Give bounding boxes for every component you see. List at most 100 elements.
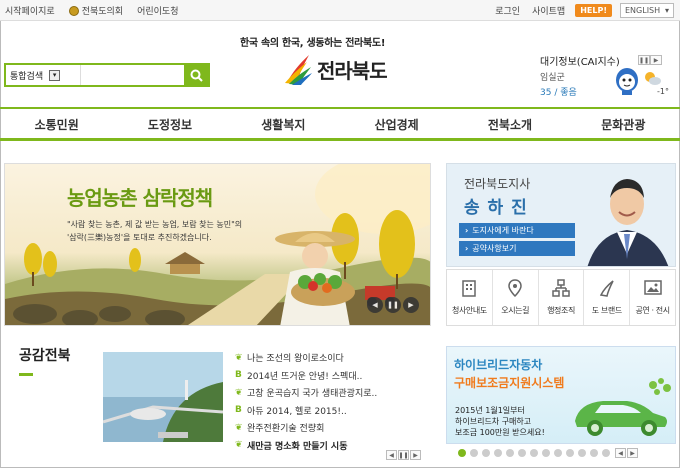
blog-bullet-icon: B	[235, 370, 242, 381]
news-photo[interactable]	[103, 352, 223, 442]
nav-item-policy[interactable]: 도정정보	[113, 109, 226, 138]
pager-dot[interactable]	[518, 449, 526, 457]
news-item[interactable]: B 2014년 뜨거운 안녕! 스펙대..	[235, 367, 377, 385]
banner-title: 농업농촌 삼락정책	[67, 186, 213, 210]
news-item[interactable]: ❦ 완주전환기술 전량회	[235, 419, 377, 437]
sitemap-link[interactable]: 사이트맵	[532, 4, 565, 17]
pledges-button[interactable]: 공약사항보기	[459, 241, 575, 256]
air-quality-city: 임실군	[540, 73, 565, 83]
news-list: ❦ 나는 조선의 왕이로소이다 B 2014년 뜨거운 안녕! 스펙대.. ❦ 고창 …	[235, 349, 377, 454]
petition-governor-button[interactable]: 도지사에게 바란다	[459, 223, 575, 238]
pager-dot[interactable]	[590, 449, 598, 457]
search-category-select[interactable]: 통합검색 ▾	[6, 65, 80, 85]
air-quality-title: 대기정보(CAI지수)	[540, 57, 620, 68]
pager-dot[interactable]	[554, 449, 562, 457]
car-illustration	[575, 378, 671, 436]
map-pin-icon	[508, 279, 522, 298]
news-item[interactable]: ❦ 고창 운곡습지 국가 생태관광지로..	[235, 384, 377, 402]
prev-icon[interactable]: ◀	[615, 448, 626, 458]
next-icon[interactable]: ▶	[650, 55, 662, 65]
nav-item-communication[interactable]: 소통민원	[0, 109, 113, 138]
leaf-bullet-icon: ❦	[235, 387, 243, 398]
search-button[interactable]	[184, 65, 208, 85]
search-icon	[190, 69, 203, 82]
pager-dot[interactable]	[482, 449, 490, 457]
next-icon[interactable]: ▶	[627, 448, 638, 458]
council-link[interactable]: 전북도의회	[68, 4, 123, 17]
governor-photo	[587, 179, 669, 266]
news-item[interactable]: B 아듀 2014, 헬로 2015!..	[235, 402, 377, 420]
quick-link-brand[interactable]: 도 브랜드	[584, 270, 631, 325]
promo-desc-1: 2015년 1월1일부터	[455, 406, 525, 415]
main-nav: 소통민원 도정정보 생활복지 산업경제 전북소개 문화관광	[0, 107, 680, 141]
prev-icon[interactable]: ◀	[367, 297, 383, 313]
air-quality-value: 35 / 좋음	[540, 88, 577, 98]
gallery-icon	[643, 280, 662, 295]
air-quality-controls: ❚❚ ▶	[638, 55, 662, 65]
language-select[interactable]: ENGLISH ▾	[620, 3, 674, 18]
home-link[interactable]: 시작페이지로	[5, 4, 55, 17]
help-button[interactable]: HELP!	[575, 4, 612, 17]
blog-bullet-icon: B	[235, 405, 242, 416]
section-title-underline	[19, 373, 33, 376]
slogan: 한국 속의 한국, 생동하는 전라북도!	[240, 38, 386, 49]
leaf-bullet-icon: ❦	[235, 352, 243, 363]
air-quality-widget: 대기정보(CAI지수) 임실군 35 / 좋음	[540, 53, 620, 98]
leaf-bullet-icon: ❦	[235, 440, 243, 451]
pause-icon[interactable]: ❚❚	[385, 297, 401, 313]
news-item[interactable]: ❦ 새만금 명소화 만들기 시동	[235, 437, 377, 455]
quick-links: 청사안내도 오시는길 행정조직 도 브랜드 공연 · 전시	[446, 269, 676, 326]
quick-link-directions[interactable]: 오시는길	[493, 270, 539, 325]
pager-dot[interactable]	[602, 449, 610, 457]
building-icon	[462, 280, 477, 297]
banner-desc-1: "사람 찾는 농촌, 제 값 받는 농업, 보람 찾는 농민"의	[67, 220, 243, 229]
governor-subtitle: 전라북도지사	[464, 177, 531, 191]
pager-dot[interactable]	[506, 449, 514, 457]
logo-emblem-icon	[285, 55, 312, 85]
site-logo[interactable]: 전라북도	[283, 52, 388, 86]
pager-dot[interactable]	[494, 449, 502, 457]
nav-item-about[interactable]: 전북소개	[453, 109, 566, 138]
news-photo-image	[103, 352, 223, 442]
nav-item-economy[interactable]: 산업경제	[340, 109, 453, 138]
banner-controls: ◀ ❚❚ ▶	[367, 297, 421, 313]
hybrid-car-promo[interactable]: 하이브리드자동차 구매보조금지원시스템 2015년 1월1일부터 하이브리드차 …	[446, 346, 676, 444]
search-input[interactable]	[80, 65, 184, 85]
governor-name: 송 하 진	[464, 198, 528, 218]
news-controls: ◀ ❚❚ ▶	[386, 450, 422, 460]
search-box: 통합검색 ▾	[4, 63, 210, 87]
next-icon[interactable]: ▶	[410, 450, 421, 460]
leaf-bullet-icon: ❦	[235, 422, 243, 433]
council-seal-icon	[68, 5, 79, 16]
pager-dot[interactable]	[542, 449, 550, 457]
banner-desc-2: '삼락(三樂)농정'을 토대로 추진하겠습니다.	[67, 233, 212, 242]
pager-dot[interactable]	[566, 449, 574, 457]
pause-icon[interactable]: ❚❚	[398, 450, 409, 460]
kids-link[interactable]: 어린이도청	[137, 4, 178, 17]
next-icon[interactable]: ▶	[403, 297, 419, 313]
pager-dot[interactable]	[578, 449, 586, 457]
brand-icon	[599, 280, 614, 297]
nav-item-welfare[interactable]: 생활복지	[227, 109, 340, 138]
promo-pager: ◀ ▶	[446, 446, 676, 460]
pager-dot[interactable]	[470, 449, 478, 457]
promo-desc-2: 하이브리드차 구매하고	[455, 417, 532, 426]
news-item[interactable]: ❦ 나는 조선의 왕이로소이다	[235, 349, 377, 367]
quick-link-building[interactable]: 청사안내도	[447, 270, 493, 325]
weather-icon	[645, 72, 661, 85]
dropdown-arrow-icon: ▾	[49, 69, 61, 81]
prev-icon[interactable]: ◀	[386, 450, 397, 460]
login-link[interactable]: 로그인	[495, 4, 520, 17]
pager-dot[interactable]	[530, 449, 538, 457]
pause-icon[interactable]: ❚❚	[638, 55, 650, 65]
quick-link-organization[interactable]: 행정조직	[539, 270, 585, 325]
nav-item-culture[interactable]: 문화관광	[567, 109, 680, 138]
quick-link-performance[interactable]: 공연 · 전시	[630, 270, 675, 325]
section-title: 공감전북	[19, 348, 71, 364]
org-chart-icon	[552, 279, 570, 297]
promo-title-2: 구매보조금지원시스템	[454, 376, 565, 390]
promo-title-1: 하이브리드자동차	[454, 358, 543, 372]
main-banner[interactable]: 농업농촌 삼락정책 "사람 찾는 농촌, 제 값 받는 농업, 보람 찾는 농민…	[4, 163, 431, 326]
chevron-down-icon: ▾	[664, 6, 669, 15]
pager-dot-active[interactable]	[458, 449, 466, 457]
